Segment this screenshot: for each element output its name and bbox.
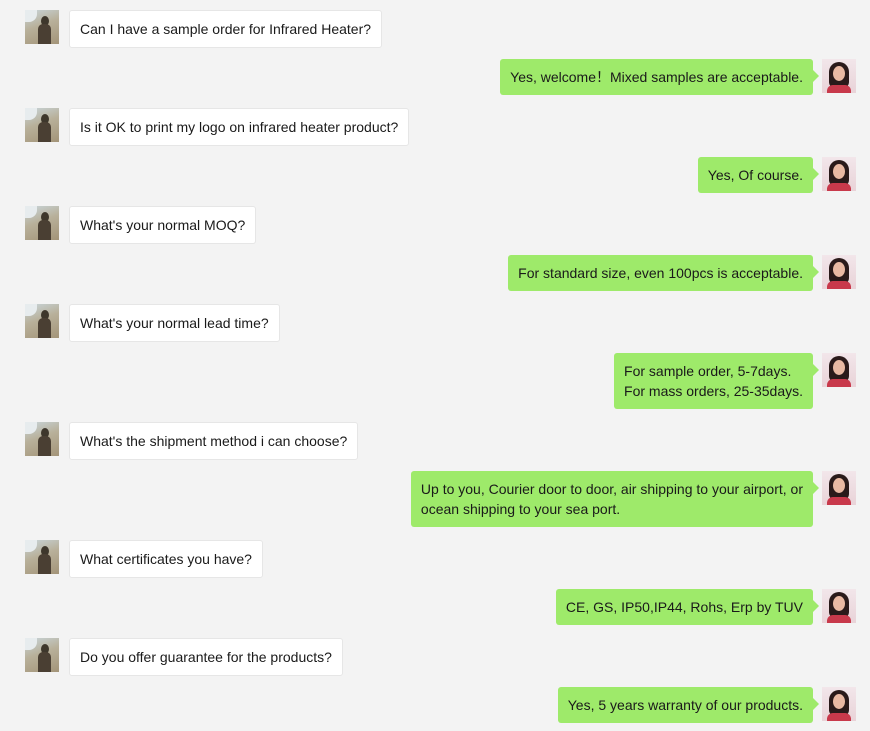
message-bubble-outgoing[interactable]: For sample order, 5-7days. For mass orde… [614, 353, 819, 409]
message-text: CE, GS, IP50,IP44, Rohs, Erp by TUV [565, 599, 803, 615]
message-bubble-outgoing[interactable]: CE, GS, IP50,IP44, Rohs, Erp by TUV [555, 589, 820, 625]
message-bubble-incoming[interactable]: What's your normal MOQ? [69, 206, 257, 244]
message-text: Do you offer guarantee for the products? [80, 649, 332, 665]
message-bubble-incoming[interactable]: Do you offer guarantee for the products? [69, 638, 343, 676]
message-text: For standard size, even 100pcs is accept… [518, 265, 803, 281]
agent-avatar[interactable] [822, 589, 856, 623]
message-bubble-outgoing[interactable]: For standard size, even 100pcs is accept… [508, 255, 819, 291]
message-bubble-outgoing[interactable]: Yes, 5 years warranty of our products. [557, 687, 820, 723]
customer-avatar[interactable] [25, 10, 59, 44]
message-text: What certificates you have? [80, 551, 252, 567]
message-bubble-incoming[interactable]: Can I have a sample order for Infrared H… [69, 10, 383, 48]
message-bubble-outgoing[interactable]: Yes, welcome！Mixed samples are acceptabl… [500, 59, 819, 95]
message-text: What's the shipment method i can choose? [80, 433, 348, 449]
agent-avatar[interactable] [822, 157, 856, 191]
message-text: Can I have a sample order for Infrared H… [80, 21, 372, 37]
agent-avatar[interactable] [822, 353, 856, 387]
customer-avatar[interactable] [25, 638, 59, 672]
message-bubble-outgoing[interactable]: Up to you, Courier door to door, air shi… [410, 471, 820, 527]
message-text: For mass orders, 25-35days. [624, 383, 803, 399]
customer-avatar[interactable] [25, 304, 59, 338]
message-text: For sample order, 5-7days. [624, 363, 792, 379]
message-text: Yes, Of course. [707, 167, 803, 183]
agent-avatar[interactable] [822, 255, 856, 289]
message-text: Yes, welcome！Mixed samples are acceptabl… [510, 69, 803, 85]
message-text: ocean shipping to your sea port. [420, 501, 621, 517]
customer-avatar[interactable] [25, 540, 59, 574]
chat-conversation: Can I have a sample order for Infrared H… [0, 0, 870, 731]
message-text: Is it OK to print my logo on infrared he… [80, 119, 399, 135]
agent-avatar[interactable] [822, 59, 856, 93]
customer-avatar[interactable] [25, 206, 59, 240]
message-bubble-incoming[interactable]: What's your normal lead time? [69, 304, 280, 342]
customer-avatar[interactable] [25, 108, 59, 142]
message-text: What's your normal lead time? [80, 315, 269, 331]
message-bubble-incoming[interactable]: What's the shipment method i can choose? [69, 422, 359, 460]
customer-avatar[interactable] [25, 422, 59, 456]
message-text: Up to you, Courier door to door, air shi… [420, 481, 803, 497]
message-bubble-incoming[interactable]: What certificates you have? [69, 540, 263, 578]
message-text: What's your normal MOQ? [80, 217, 246, 233]
message-text: Yes, 5 years warranty of our products. [567, 697, 803, 713]
agent-avatar[interactable] [822, 471, 856, 505]
message-bubble-incoming[interactable]: Is it OK to print my logo on infrared he… [69, 108, 410, 146]
agent-avatar[interactable] [822, 687, 856, 721]
message-bubble-outgoing[interactable]: Yes, Of course. [697, 157, 820, 193]
